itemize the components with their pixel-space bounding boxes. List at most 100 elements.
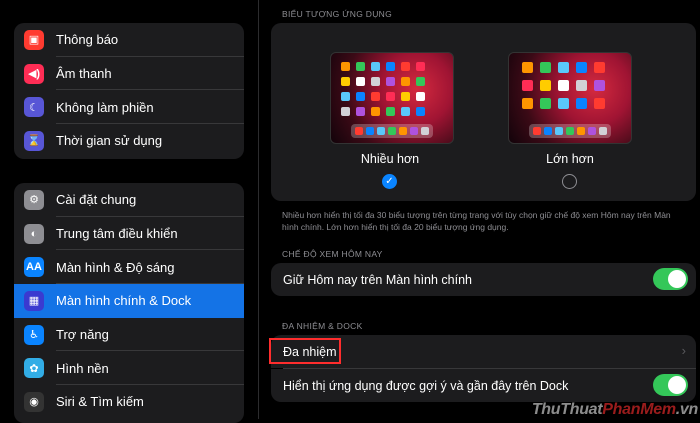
- keep-today-row: Giữ Hôm nay trên Màn hình chính: [271, 263, 696, 296]
- app-tile: [594, 62, 605, 73]
- more-icons-preview[interactable]: [330, 52, 454, 144]
- dock-tile: [555, 127, 563, 135]
- dock-tile: [544, 127, 552, 135]
- app-tile: [416, 77, 425, 86]
- sidebar: ▣ Thông báo ◀) Âm thanh ☾ Không làm phiền ⌛ Thờ…: [0, 0, 258, 423]
- moon-icon: ☾: [24, 97, 44, 118]
- app-tile: [416, 62, 425, 71]
- gear-icon: ⚙: [24, 189, 44, 210]
- sidebar-item-label: Màn hình chính & Dock: [56, 293, 192, 309]
- option-bigger-label[interactable]: Lớn hơn: [505, 152, 635, 166]
- sidebar-item-label: Cài đặt chung: [56, 192, 137, 208]
- app-tile: [401, 92, 410, 101]
- app-tile: [341, 77, 350, 86]
- app-tile: [371, 107, 380, 116]
- dock-tile: [366, 127, 374, 135]
- app-tile: [558, 80, 569, 91]
- bigger-icons-preview[interactable]: [508, 52, 632, 144]
- accessibility-icon: ♿: [24, 324, 44, 345]
- wallpaper-icon: ✿: [24, 358, 44, 379]
- radio-unselected-icon[interactable]: [562, 174, 577, 189]
- sidebar-item[interactable]: ▦ Màn hình chính & Dock: [14, 284, 244, 318]
- watermark-part-3: .vn: [675, 401, 699, 418]
- sidebar-item[interactable]: ♿ Trợ năng: [14, 318, 244, 352]
- dock-tile: [421, 127, 429, 135]
- app-tile: [594, 80, 605, 91]
- home-screen-dock-pane: BIỂU TƯỢNG ỨNG DỤNG Nhiều hơn Lớn hơn ✓ …: [258, 0, 700, 419]
- sidebar-group-general: ⚙ Cài đặt chung ◐ Trung tâm điều khiển AA Màn…: [14, 183, 244, 423]
- home-grid-icon: ▦: [24, 290, 44, 311]
- display-icon: AA: [24, 257, 44, 278]
- sidebar-item[interactable]: ▣ Thông báo: [14, 23, 244, 57]
- app-tile: [341, 92, 350, 101]
- dock-tile: [377, 127, 385, 135]
- sidebar-item[interactable]: AA Màn hình & Độ sáng: [14, 250, 244, 285]
- suggested-apps-label: Hiển thị ứng dụng được gợi ý và gần đây …: [283, 378, 569, 393]
- watermark-part-1: ThuThuat: [531, 401, 603, 418]
- dock-tile: [533, 127, 541, 135]
- app-tile: [522, 62, 533, 73]
- app-tile: [558, 62, 569, 73]
- app-tile: [371, 77, 380, 86]
- sidebar-item[interactable]: ◉ Siri & Tìm kiếm: [14, 385, 244, 419]
- sidebar-item[interactable]: ⌛ Thời gian sử dụng: [14, 124, 244, 158]
- app-tile: [540, 98, 551, 109]
- app-tile: [386, 77, 395, 86]
- siri-icon: ◉: [24, 391, 44, 412]
- sidebar-item-label: Màn hình & Độ sáng: [56, 259, 175, 275]
- sidebar-item-label: Thời gian sử dụng: [56, 133, 163, 149]
- keep-today-toggle[interactable]: [653, 268, 688, 290]
- sidebar-item-label: Thông báo: [56, 32, 119, 48]
- sidebar-item-label: Siri & Tìm kiếm: [56, 394, 144, 410]
- app-tile: [371, 92, 380, 101]
- option-more-label[interactable]: Nhiều hơn: [325, 152, 455, 166]
- app-tile: [540, 80, 551, 91]
- app-tile: [576, 80, 587, 91]
- app-tile: [371, 62, 380, 71]
- dock-tile: [588, 127, 596, 135]
- keep-today-label: Giữ Hôm nay trên Màn hình chính: [283, 272, 473, 287]
- today-section-title: CHẾ ĐỘ XEM HÔM NAY: [282, 249, 383, 259]
- icons-footnote: Nhiều hơn hiển thị tối đa 30 biểu tượng …: [282, 210, 671, 232]
- watermark: ThuThuatPhanMem.vn: [532, 401, 698, 419]
- checkmark-icon[interactable]: ✓: [382, 174, 397, 189]
- sound-icon: ◀): [24, 63, 44, 84]
- app-tile: [341, 62, 350, 71]
- sidebar-item-label: Trung tâm điều khiển: [56, 226, 178, 242]
- sidebar-group-notifications: ▣ Thông báo ◀) Âm thanh ☾ Không làm phiền ⌛ Thờ…: [14, 23, 244, 159]
- dock-tile: [566, 127, 574, 135]
- dock-tile: [355, 127, 363, 135]
- toggles-icon: ◐: [24, 223, 44, 244]
- dock-tile: [410, 127, 418, 135]
- app-tile: [356, 62, 365, 71]
- app-icons-card: Nhiều hơn Lớn hơn ✓: [271, 23, 696, 201]
- sidebar-item-label: Trợ năng: [56, 327, 109, 343]
- suggested-apps-toggle[interactable]: [653, 374, 688, 396]
- app-tile: [341, 107, 350, 116]
- sidebar-item[interactable]: ◀) Âm thanh: [14, 57, 244, 91]
- app-tile: [416, 107, 425, 116]
- app-tile: [576, 62, 587, 73]
- multitask-section-title: ĐA NHIỆM & DOCK: [282, 321, 363, 331]
- app-tile: [386, 62, 395, 71]
- notifications-icon: ▣: [24, 29, 44, 50]
- app-tile: [386, 107, 395, 116]
- app-tile: [356, 107, 365, 116]
- dock-tile: [399, 127, 407, 135]
- app-tile: [416, 92, 425, 101]
- sidebar-item[interactable]: ☾ Không làm phiền: [14, 90, 244, 125]
- chevron-right-icon: ›: [681, 343, 686, 358]
- sidebar-item-label: Hình nền: [56, 360, 109, 376]
- sidebar-item[interactable]: ◐ Trung tâm điều khiển: [14, 217, 244, 251]
- app-tile: [522, 80, 533, 91]
- app-tile: [558, 98, 569, 109]
- app-tile: [540, 62, 551, 73]
- sidebar-item[interactable]: ⚙ Cài đặt chung: [14, 183, 244, 217]
- sidebar-item[interactable]: ✿ Hình nền: [14, 351, 244, 386]
- icons-section-title: BIỂU TƯỢNG ỨNG DỤNG: [282, 9, 392, 19]
- dock-tile: [599, 127, 607, 135]
- app-tile: [401, 77, 410, 86]
- app-tile: [522, 98, 533, 109]
- dock-tile: [577, 127, 585, 135]
- app-tile: [356, 92, 365, 101]
